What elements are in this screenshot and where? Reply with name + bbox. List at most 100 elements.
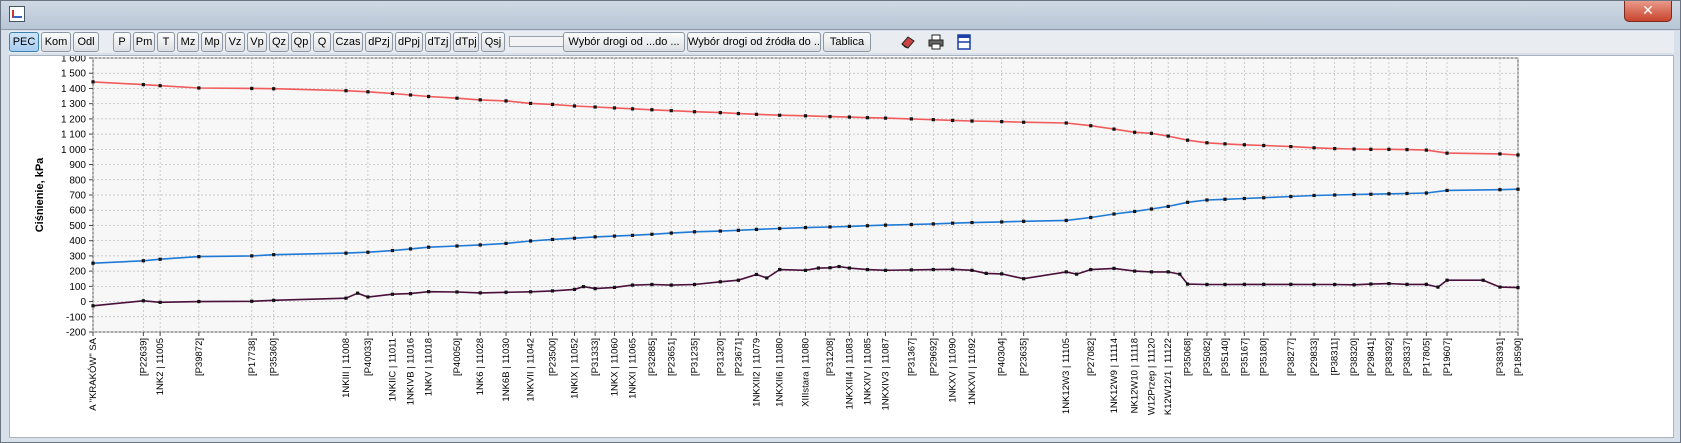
data-point-2 [504, 290, 508, 294]
x-tick-label: [P18590] [1513, 338, 1524, 376]
data-point-2 [1022, 277, 1026, 281]
data-point-0 [1133, 130, 1137, 134]
data-point-0 [630, 107, 635, 111]
title-bar[interactable]: ✕ [1, 1, 1680, 30]
data-point-0 [141, 83, 145, 87]
data-point-2 [970, 268, 974, 272]
toolbar-button-dppj[interactable]: dPpj [395, 32, 423, 52]
data-point-2 [550, 289, 555, 293]
x-tick-label: [P35140] [1220, 338, 1231, 376]
toolbar-button-pm[interactable]: Pm [133, 32, 155, 52]
toolbar-button-odl[interactable]: Odl [73, 32, 99, 52]
y-tick-label: -100 [66, 312, 86, 323]
data-point-0 [970, 119, 974, 123]
x-tick-label: 1NKXI | 11065 [628, 338, 639, 399]
toolbar-button-qsj[interactable]: Qsj [481, 32, 505, 52]
data-point-1 [455, 244, 459, 248]
x-tick-label: [P35167] [1239, 338, 1250, 376]
x-tick-label: [P23671] [733, 338, 744, 376]
y-tick-label: 1 600 [61, 56, 86, 65]
data-point-0 [272, 87, 276, 91]
data-point-1 [847, 224, 851, 228]
data-point-2 [1074, 272, 1079, 276]
data-point-2 [612, 285, 617, 289]
data-point-0 [366, 90, 370, 94]
data-point-1 [426, 245, 431, 249]
x-tick-label: 1NKIX | 11052 [569, 338, 580, 399]
data-point-1 [692, 230, 697, 234]
x-tick-label: [P19607] [1442, 338, 1453, 376]
data-point-0 [669, 109, 673, 113]
x-tick-label: 1NKIIC | 11011 [387, 338, 398, 401]
toolbar-button-pec[interactable]: PEC [9, 32, 39, 52]
y-tick-label: 100 [69, 282, 86, 293]
data-point-2 [1333, 282, 1337, 287]
data-point-2 [1064, 270, 1068, 274]
toolbar-button-kom[interactable]: Kom [41, 32, 71, 52]
y-tick-label: 1 400 [61, 84, 86, 95]
data-point-1 [1223, 197, 1227, 201]
y-tick-label: 1 000 [61, 145, 86, 156]
data-point-0 [1312, 146, 1316, 150]
toolbar-button-dpzj[interactable]: dPzj [365, 32, 393, 52]
data-point-0 [197, 86, 201, 90]
toolbar-button-mz[interactable]: Mz [177, 32, 199, 52]
data-point-2 [1205, 282, 1209, 287]
data-point-0 [1185, 138, 1190, 142]
data-point-0 [1223, 142, 1227, 146]
y-tick-label: 900 [69, 160, 86, 171]
data-point-1 [883, 223, 888, 227]
toolbar-button-dtpj[interactable]: dTpj [453, 32, 479, 52]
toolbar-button-t[interactable]: T [157, 32, 175, 52]
data-point-2 [865, 267, 870, 272]
toolbar-button-czas[interactable]: Czas [333, 32, 363, 52]
eraser-icon[interactable] [899, 33, 917, 51]
x-tick-label: [P31320] [715, 338, 726, 376]
printer-icon[interactable] [927, 33, 945, 51]
data-point-2 [1089, 267, 1093, 272]
x-tick-label: [P38391] [1495, 338, 1506, 376]
toolbar-button-qp[interactable]: Qp [291, 32, 311, 52]
data-point-2 [1369, 282, 1373, 286]
data-point-1 [778, 226, 782, 231]
data-point-0 [865, 116, 870, 120]
data-point-1 [504, 241, 508, 246]
data-point-2 [356, 291, 360, 295]
x-tick-label: 1NKV | 11018 [424, 338, 435, 396]
x-tick-label: 1NKVII | 11042 [526, 338, 537, 402]
data-point-1 [250, 254, 254, 258]
layout-icon[interactable] [955, 33, 973, 51]
toolbar-button-vz[interactable]: Vz [225, 32, 245, 52]
data-point-1 [718, 229, 722, 233]
data-point-2 [847, 266, 851, 270]
toolbar-button-mp[interactable]: Mp [201, 32, 223, 52]
data-point-1 [141, 259, 145, 263]
x-tick-label: K12W12/1 | 11122 [1163, 338, 1174, 415]
chart-area: -200 -100 0 100 200 300 400 500 600 700 800 900 1 00… [9, 54, 1674, 438]
window-close-button[interactable]: ✕ [1624, 1, 1672, 22]
x-tick-label: [P31208] [825, 338, 836, 376]
toolbar-button-qz[interactable]: Qz [269, 32, 289, 52]
data-point-1 [931, 222, 935, 226]
data-point-1 [528, 239, 533, 243]
data-point-2 [1185, 282, 1190, 286]
toolbar-button-dtzj[interactable]: dTzj [425, 32, 451, 52]
toolbar-button-p[interactable]: P [113, 32, 131, 52]
x-tick-label: [P39872] [194, 338, 205, 376]
data-point-1 [344, 251, 348, 255]
toolbar-button-vp[interactable]: Vp [247, 32, 267, 52]
table-button[interactable]: Tablica [823, 32, 871, 52]
y-tick-label: 1 100 [61, 130, 86, 141]
x-tick-label: [P17805] [1421, 338, 1432, 376]
data-point-0 [158, 84, 162, 88]
route-from-source-button[interactable]: Wybór drogi od źródła do ... [687, 32, 821, 52]
data-point-0 [883, 116, 888, 120]
data-point-0 [528, 101, 533, 105]
data-point-1 [1149, 207, 1154, 211]
data-point-2 [803, 268, 808, 272]
zoom-slider[interactable] [509, 34, 571, 50]
toolbar-button-q[interactable]: Q [313, 32, 331, 52]
route-from-button[interactable]: Wybór drogi od ...do ... [563, 32, 685, 52]
x-tick-label: [P17738] [247, 338, 258, 376]
data-point-0 [1149, 131, 1154, 135]
